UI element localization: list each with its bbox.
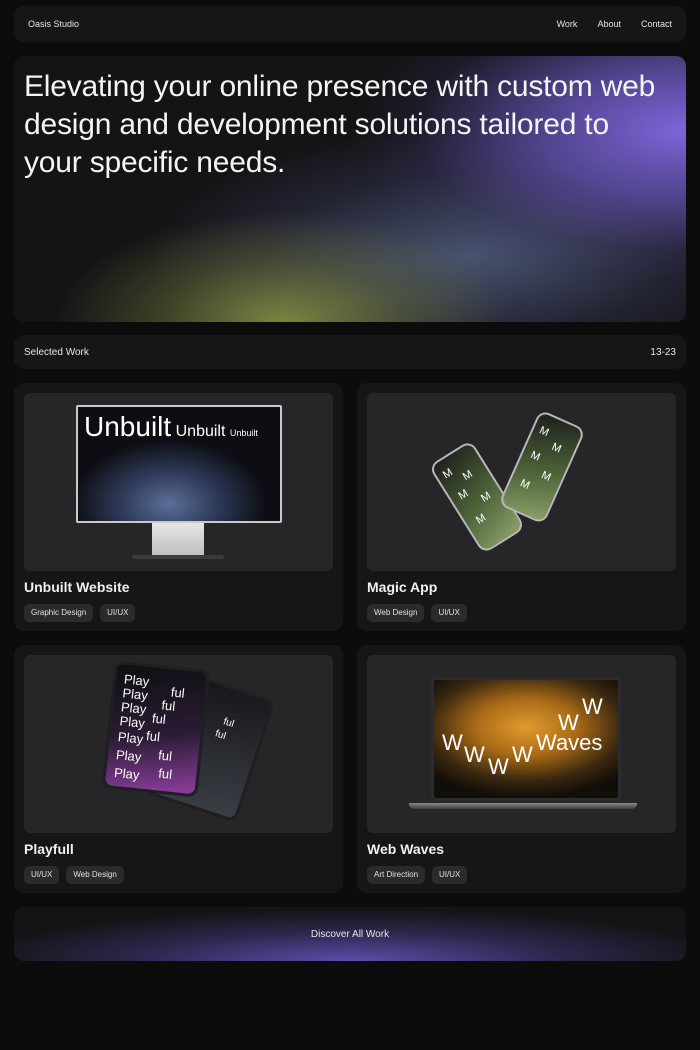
phone-screen-letter: M xyxy=(549,440,565,457)
phone-screen-letter: M xyxy=(518,477,533,493)
project-title[interactable]: Magic App xyxy=(367,579,437,595)
laptop-mockup: W W W W W W Waves xyxy=(431,677,621,801)
phone-screen-letter: M xyxy=(479,489,494,505)
laptop-screen-w: W xyxy=(442,730,463,755)
tablet-word-play: Play xyxy=(113,764,141,783)
phone-screen-letter: M xyxy=(528,449,543,465)
tablet-mockup-front: Play ful Play ful Play ful Play ful Play… xyxy=(101,660,211,798)
phone-screen-letter: M xyxy=(440,465,456,482)
tag-chip[interactable]: Graphic Design xyxy=(24,604,94,622)
laptop-screen-w: W xyxy=(512,742,533,767)
laptop-screen-w: W xyxy=(582,694,603,719)
laptop-screen-waves: Waves xyxy=(536,730,603,755)
tag-chip[interactable]: UI/UX xyxy=(24,866,60,884)
selected-work-range: 13-23 xyxy=(650,346,676,358)
project-thumbnail[interactable]: M M M M M M M M M M xyxy=(367,393,676,571)
tablet-word-ful: ful xyxy=(145,728,161,745)
project-title[interactable]: Web Waves xyxy=(367,841,444,857)
tag-chip[interactable]: Art Direction xyxy=(367,866,426,884)
tablet-word-ful: ful xyxy=(151,710,167,727)
monitor-mockup: Unbuilt Unbuilt Unbuilt xyxy=(76,405,282,523)
project-thumbnail[interactable]: ful ful Play ful Play ful Play ful Play … xyxy=(24,655,333,833)
laptop-screen-w: W xyxy=(464,742,485,767)
tag-chip[interactable]: UI/UX xyxy=(431,604,467,622)
tag-chip[interactable]: UI/UX xyxy=(100,604,136,622)
project-card-playfull[interactable]: ful ful Play ful Play ful Play ful Play … xyxy=(14,645,343,893)
project-card-web-waves[interactable]: W W W W W W Waves Web Waves Art Directio… xyxy=(357,645,686,893)
laptop-screen-w: W xyxy=(488,754,509,779)
discover-all-work-button[interactable]: Discover All Work xyxy=(14,907,686,961)
tablet-word-play: Play xyxy=(118,713,146,731)
nav-link-contact[interactable]: Contact xyxy=(641,19,672,29)
tag-chip[interactable]: Web Design xyxy=(367,604,425,622)
nav-links: Work About Contact xyxy=(557,19,672,29)
phone-screen-letter: M xyxy=(460,467,476,484)
tablet-word: ful xyxy=(213,728,228,743)
top-nav: Oasis Studio Work About Contact xyxy=(14,6,686,42)
screen-word-small: Unbuilt xyxy=(229,428,258,438)
tablet-word-play: Play xyxy=(117,729,144,747)
hero-headline: Elevating your online presence with cust… xyxy=(24,70,656,179)
tablet-word-ful: ful xyxy=(157,765,173,782)
nav-link-work[interactable]: Work xyxy=(557,19,578,29)
phone-screen-letter: M xyxy=(456,486,472,503)
project-title[interactable]: Unbuilt Website xyxy=(24,579,130,595)
project-thumbnail[interactable]: Unbuilt Unbuilt Unbuilt xyxy=(24,393,333,571)
project-tags: Web Design UI/UX xyxy=(367,604,467,622)
tablet-word-play: Play xyxy=(115,747,143,765)
project-tags: Graphic Design UI/UX xyxy=(24,604,136,622)
brand-name[interactable]: Oasis Studio xyxy=(28,19,79,29)
project-title[interactable]: Playfull xyxy=(24,841,74,857)
project-card-magic-app[interactable]: M M M M M M M M M M Magic App Web Design… xyxy=(357,383,686,631)
nav-link-about[interactable]: About xyxy=(597,19,621,29)
project-card-unbuilt[interactable]: Unbuilt Unbuilt Unbuilt Unbuilt Website … xyxy=(14,383,343,631)
monitor-stand xyxy=(152,523,204,557)
tablet-word-ful: ful xyxy=(157,747,173,764)
monitor-shadow xyxy=(132,555,224,559)
phone-screen-letter: M xyxy=(537,424,552,440)
selected-work-bar: Selected Work 13-23 xyxy=(14,335,686,369)
selected-work-label: Selected Work xyxy=(24,346,89,358)
project-tags: Art Direction UI/UX xyxy=(367,866,468,884)
laptop-base xyxy=(409,803,637,809)
hero-banner: Elevating your online presence with cust… xyxy=(14,56,686,322)
project-tags: UI/UX Web Design xyxy=(24,866,124,884)
monitor-screen-text: Unbuilt Unbuilt Unbuilt xyxy=(84,411,258,443)
screen-word-large: Unbuilt xyxy=(84,411,172,442)
project-thumbnail[interactable]: W W W W W W Waves xyxy=(367,655,676,833)
screen-word-medium: Unbuilt xyxy=(175,423,226,440)
tag-chip[interactable]: Web Design xyxy=(66,866,124,884)
discover-all-work-label: Discover All Work xyxy=(310,928,390,940)
phone-screen-letter: M xyxy=(473,511,489,527)
phone-screen-letter: M xyxy=(539,469,554,485)
phone-mockup-front: M M M M M xyxy=(498,409,586,525)
tag-chip[interactable]: UI/UX xyxy=(432,866,468,884)
